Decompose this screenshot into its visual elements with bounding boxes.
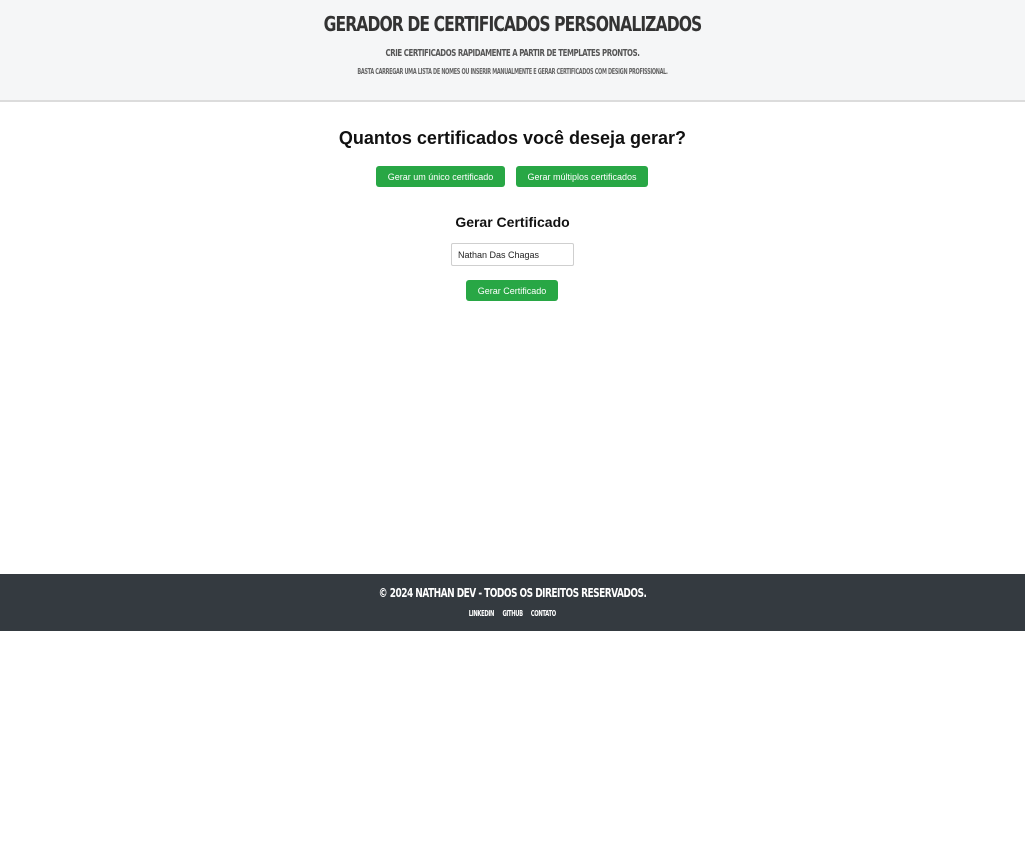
name-input[interactable] xyxy=(451,243,574,266)
page-description: Basta carregar uma lista de nomes ou ins… xyxy=(357,67,668,76)
footer-link-contato[interactable]: Contato xyxy=(531,609,556,618)
generate-certificate-button[interactable]: Gerar Certificado xyxy=(466,280,558,301)
footer-link-github[interactable]: GitHub xyxy=(502,609,523,618)
page-footer: © 2024 Nathan Dev - Todos os direitos re… xyxy=(0,574,1025,631)
multiple-certificates-button[interactable]: Gerar múltiplos certificados xyxy=(516,166,648,187)
single-certificate-button[interactable]: Gerar um único certificado xyxy=(376,166,505,187)
form-title: Gerar Certificado xyxy=(455,214,570,230)
footer-copyright: © 2024 Nathan Dev - Todos os direitos re… xyxy=(378,586,647,600)
page-header: Gerador de Certificados Personalizados C… xyxy=(0,0,1025,102)
footer-links: LinkedIn GitHub Contato xyxy=(0,609,1025,618)
footer-link-linkedin[interactable]: LinkedIn xyxy=(469,609,495,618)
page-title: Gerador de Certificados Personalizados xyxy=(323,12,703,36)
certificate-count-question: Quantos certificados você deseja gerar? xyxy=(338,128,687,148)
page-subtitle: Crie certificados rapidamente a partir d… xyxy=(385,48,640,59)
